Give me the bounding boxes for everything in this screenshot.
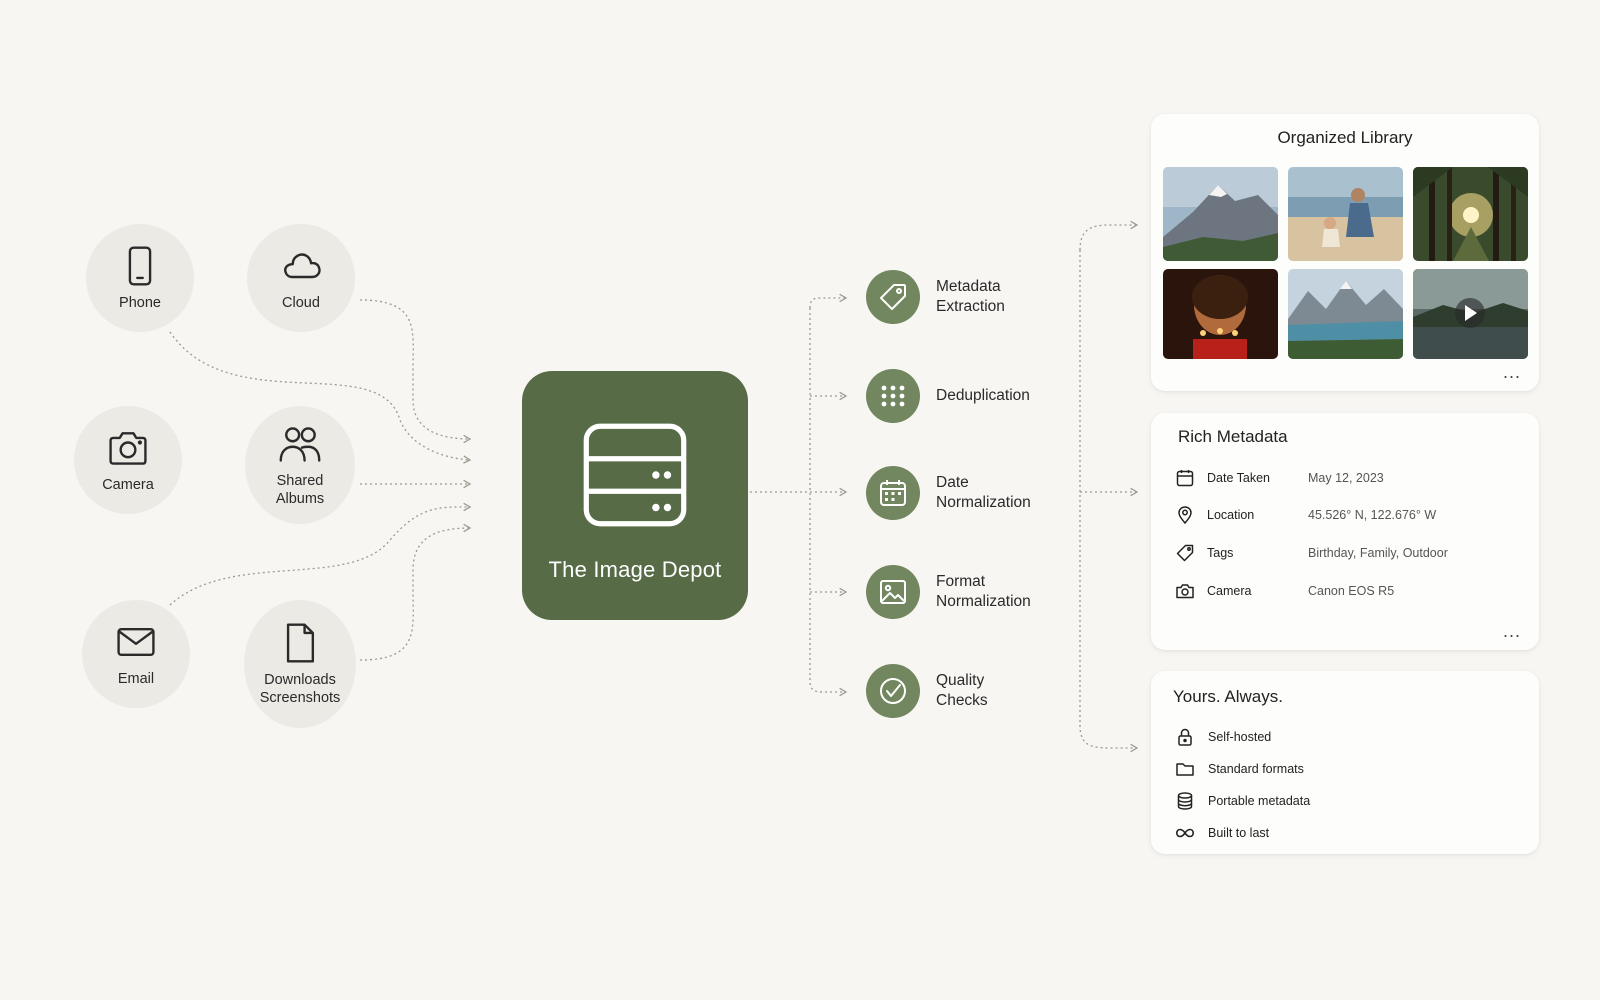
server-icon (583, 423, 687, 526)
metadata-key: Location (1207, 508, 1255, 522)
source-label-line1: Downloads (264, 672, 336, 688)
feature-portable-metadata: Portable metadata (1175, 791, 1310, 811)
hub-title: The Image Depot (548, 556, 722, 582)
metadata-row-tags: Tags Birthday, Family, Outdoor (1175, 543, 1448, 563)
metadata-key: Date Taken (1207, 471, 1271, 485)
metadata-key: Tags (1207, 546, 1234, 560)
metadata-row-location: Location 45.526° N, 122.676° W (1175, 505, 1436, 525)
connector-cloud (359, 299, 472, 444)
source-downloads-screenshots[interactable]: Downloads Screenshots (244, 600, 356, 728)
source-shared-albums[interactable]: Shared Albums (245, 406, 355, 524)
metadata-value: Canon EOS R5 (1308, 584, 1395, 598)
tag-icon (880, 284, 906, 310)
source-email[interactable]: Email (82, 600, 190, 708)
connector-email (169, 502, 472, 606)
card-title: Rich Metadata (1178, 427, 1288, 446)
phone-icon (128, 246, 152, 286)
thumbnail-beach[interactable] (1288, 167, 1403, 261)
step-quality-checks[interactable]: Quality Checks (866, 664, 1056, 718)
metadata-value: 45.526° N, 122.676° W (1308, 508, 1437, 522)
source-label-line1: Shared (276, 473, 324, 489)
metadata-key: Camera (1207, 584, 1252, 598)
connector-step-bus (809, 293, 848, 309)
metadata-row-camera: Camera Canon EOS R5 (1175, 581, 1394, 601)
diagram-canvas: Phone Cloud Camera Shared Albums Email D… (0, 0, 1600, 1000)
check-circle-icon (880, 678, 906, 704)
card-title: Organized Library (1277, 128, 1413, 147)
folder-icon (1176, 763, 1194, 776)
source-cloud[interactable]: Cloud (247, 224, 355, 332)
metadata-value: Birthday, Family, Outdoor (1308, 546, 1448, 560)
thumbnail-mountain[interactable] (1163, 167, 1278, 261)
feature-label: Standard formats (1208, 762, 1304, 776)
thumbnail-alpine-lake[interactable] (1288, 269, 1403, 359)
cloud-icon (284, 253, 321, 279)
step-deduplication[interactable]: Deduplication (866, 369, 1056, 423)
step-format-normalization[interactable]: Format Normalization (866, 565, 1056, 619)
step-date-normalization[interactable]: Date Normalization (866, 466, 1056, 520)
connector-downloads (359, 523, 472, 661)
feature-label: Self-hosted (1208, 730, 1272, 744)
database-icon (1177, 792, 1193, 810)
infinity-icon (1175, 828, 1195, 838)
metadata-value: May 12, 2023 (1308, 471, 1384, 485)
thumbnail-lake-video[interactable] (1413, 269, 1528, 359)
step-label-line2: Normalization (936, 494, 1031, 511)
thumbnail-grid (1163, 167, 1528, 359)
metadata-row-date: Date Taken May 12, 2023 (1175, 468, 1384, 488)
mail-icon (117, 627, 155, 657)
camera-icon (109, 432, 147, 465)
step-label-line1: Metadata (936, 278, 1001, 295)
pin-icon (1178, 506, 1192, 525)
calendar-icon (1176, 470, 1194, 487)
source-label: Phone (119, 295, 161, 311)
lock-icon (1178, 728, 1192, 746)
source-label: Email (117, 671, 155, 687)
step-label-line2: Extraction (936, 298, 1005, 315)
step-label-line1: Quality (936, 672, 985, 689)
step-label-line1: Format (936, 573, 986, 590)
calendar-icon (880, 480, 906, 506)
dot-grid-icon (881, 385, 905, 407)
thumbnail-forest[interactable] (1413, 167, 1528, 261)
image-depot-hub[interactable]: The Image Depot (522, 371, 748, 620)
thumbnail-birthday[interactable] (1163, 269, 1278, 359)
source-label: Cloud (282, 295, 320, 311)
metadata-more-button[interactable]: ... (1503, 621, 1521, 642)
document-icon (286, 623, 315, 663)
source-label-line2: Screenshots (259, 690, 341, 706)
feature-standard-formats: Standard formats (1175, 759, 1304, 779)
feature-label: Built to last (1208, 826, 1270, 840)
feature-label: Portable metadata (1208, 794, 1311, 808)
feature-self-hosted: Self-hosted (1175, 727, 1271, 747)
source-phone[interactable]: Phone (86, 224, 194, 332)
source-label-line2: Albums (275, 491, 325, 507)
source-label: Camera (102, 477, 154, 493)
step-metadata-extraction[interactable]: Metadata Extraction (866, 270, 1056, 324)
connector-card-bus (1079, 220, 1139, 251)
step-label-line2: Checks (936, 692, 988, 709)
library-more-button[interactable]: ... (1503, 362, 1521, 383)
card-title: Yours. Always. (1173, 687, 1283, 706)
users-icon (279, 427, 321, 462)
yours-always-card: Yours. Always. Self-hosted Standard form… (1151, 671, 1539, 854)
image-icon (880, 580, 906, 604)
rich-metadata-card: Rich Metadata Date Taken May 12, 2023 Lo… (1151, 413, 1539, 650)
organized-library-card: Organized Library ... (1151, 114, 1539, 391)
tag-icon (1176, 544, 1194, 562)
feature-built-to-last: Built to last (1175, 823, 1269, 843)
source-camera[interactable]: Camera (74, 406, 182, 514)
step-label-line1: Deduplication (936, 387, 1030, 404)
camera-icon (1176, 584, 1194, 599)
step-label-line1: Date (936, 474, 969, 491)
step-label-line2: Normalization (936, 593, 1031, 610)
